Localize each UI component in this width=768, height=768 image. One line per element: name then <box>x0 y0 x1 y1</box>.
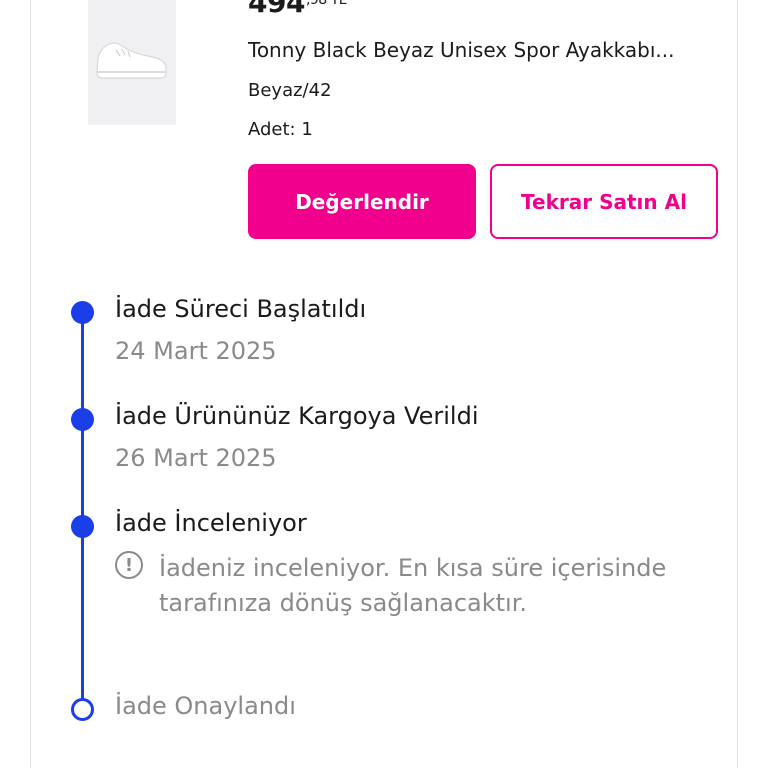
rate-button[interactable]: Değerlendir <box>248 164 476 239</box>
step-title-approved: İade Onaylandı <box>115 692 296 720</box>
step-title-started: İade Süreci Başlatıldı <box>115 295 367 323</box>
timeline-dot-done <box>71 301 94 324</box>
quantity-value: 1 <box>301 119 313 140</box>
step-date-shipped: 26 Mart 2025 <box>115 444 277 472</box>
product-name[interactable]: Tonny Black Beyaz Unisex Spor Ayakkabı..… <box>248 38 675 62</box>
quantity-label: Adet: <box>248 119 296 140</box>
timeline-line <box>81 312 84 710</box>
step-date-started: 24 Mart 2025 <box>115 337 277 365</box>
review-info-text: İadeniz inceleniyor. En kısa süre içeris… <box>159 554 667 617</box>
price-decimal: ,98 TL <box>305 0 347 8</box>
step-title-shipped: İade Ürününüz Kargoya Verildi <box>115 402 479 430</box>
exclamation-circle-icon: ! <box>115 551 143 579</box>
product-quantity: Adet: 1 <box>248 119 313 140</box>
sneaker-icon <box>96 42 167 79</box>
price-main: 494 <box>248 0 305 19</box>
rebuy-button[interactable]: Tekrar Satın Al <box>490 164 718 239</box>
timeline-dot-current <box>71 515 94 538</box>
product-variant: Beyaz/42 <box>248 80 332 101</box>
product-image[interactable] <box>88 0 176 125</box>
timeline-dot-pending <box>71 698 94 721</box>
product-price: 494,98 TL <box>248 0 347 19</box>
timeline-dot-done <box>71 408 94 431</box>
step-title-reviewing: İade İnceleniyor <box>115 509 307 537</box>
